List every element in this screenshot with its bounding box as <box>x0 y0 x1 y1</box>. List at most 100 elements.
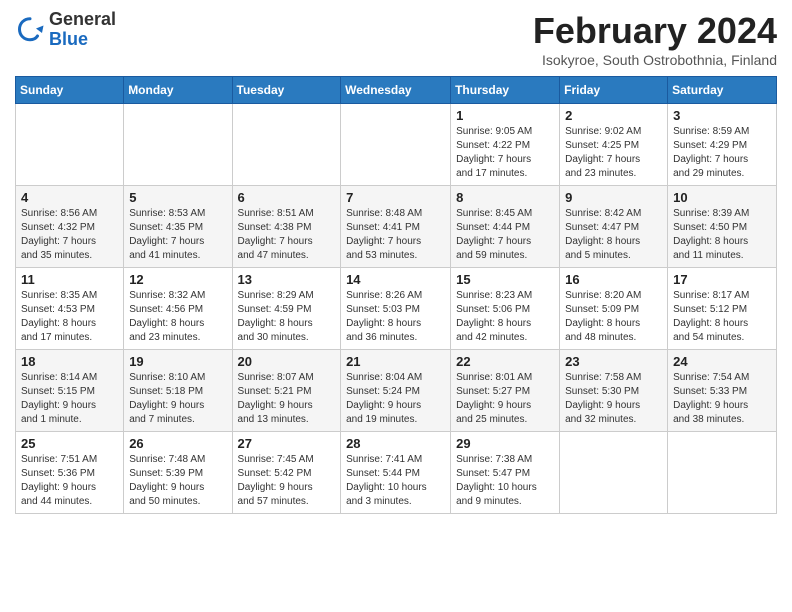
calendar-day-cell: 12Sunrise: 8:32 AM Sunset: 4:56 PM Dayli… <box>124 268 232 350</box>
location-subtitle: Isokyroe, South Ostrobothnia, Finland <box>533 52 777 68</box>
calendar-day-cell: 23 Sunrise: 7:58 AM Sunset: 5:30 PM Dayli… <box>560 350 668 432</box>
calendar-day-header: Monday <box>124 77 232 104</box>
day-info: Sunrise: 8:10 AM Sunset: 5:18 PM Dayligh… <box>129 371 226 427</box>
day-info: Sunrise: 7:41 AM Sunset: 5:44 PM Dayligh… <box>346 453 445 509</box>
calendar-day-cell: 9 Sunrise: 8:42 AM Sunset: 4:47 PM Daylig… <box>560 186 668 268</box>
calendar-week-row: 4 Sunrise: 8:56 AM Sunset: 4:32 PM Daylig… <box>16 186 777 268</box>
calendar-day-cell: 28 Sunrise: 7:41 AM Sunset: 5:44 PM Dayli… <box>341 432 451 514</box>
calendar-day-cell: 15 Sunrise: 8:23 AM Sunset: 5:06 PM Dayli… <box>451 268 560 350</box>
calendar-day-cell: 4 Sunrise: 8:56 AM Sunset: 4:32 PM Daylig… <box>16 186 124 268</box>
day-number: 24 <box>673 354 771 369</box>
calendar-day-cell: 26 Sunrise: 7:48 AM Sunset: 5:39 PM Dayli… <box>124 432 232 514</box>
calendar-day-header: Friday <box>560 77 668 104</box>
day-info: Sunrise: 8:39 AM Sunset: 4:50 PM Dayligh… <box>673 207 771 263</box>
day-info: Sunrise: 9:05 AM Sunset: 4:22 PM Dayligh… <box>456 125 554 181</box>
day-info: Sunrise: 7:45 AM Sunset: 5:42 PM Dayligh… <box>238 453 336 509</box>
day-info: Sunrise: 8:56 AM Sunset: 4:32 PM Dayligh… <box>21 207 118 263</box>
day-info: Sunrise: 8:35 AM Sunset: 4:53 PM Dayligh… <box>21 289 118 345</box>
day-number: 9 <box>565 190 662 205</box>
day-info: Sunrise: 8:53 AM Sunset: 4:35 PM Dayligh… <box>129 207 226 263</box>
day-number: 26 <box>129 436 226 451</box>
day-number: 16 <box>565 272 662 287</box>
day-info: Sunrise: 8:23 AM Sunset: 5:06 PM Dayligh… <box>456 289 554 345</box>
day-info: Sunrise: 9:02 AM Sunset: 4:25 PM Dayligh… <box>565 125 662 181</box>
calendar-week-row: 11 Sunrise: 8:35 AM Sunset: 4:53 PM Dayli… <box>16 268 777 350</box>
calendar-day-cell <box>668 432 777 514</box>
day-info: Sunrise: 8:29 AM Sunset: 4:59 PM Dayligh… <box>238 289 336 345</box>
calendar-day-cell <box>560 432 668 514</box>
calendar-day-cell: 3 Sunrise: 8:59 AM Sunset: 4:29 PM Daylig… <box>668 104 777 186</box>
day-info: Sunrise: 8:04 AM Sunset: 5:24 PM Dayligh… <box>346 371 445 427</box>
title-section: February 2024 Isokyroe, South Ostrobothn… <box>533 10 777 68</box>
day-number: 25 <box>21 436 118 451</box>
calendar-day-header: Saturday <box>668 77 777 104</box>
month-year-title: February 2024 <box>533 10 777 52</box>
day-number: 7 <box>346 190 445 205</box>
calendar-day-cell: 29Sunrise: 7:38 AM Sunset: 5:47 PM Dayli… <box>451 432 560 514</box>
day-number: 6 <box>238 190 336 205</box>
calendar-day-cell <box>16 104 124 186</box>
day-info: Sunrise: 8:14 AM Sunset: 5:15 PM Dayligh… <box>21 371 118 427</box>
day-info: Sunrise: 8:20 AM Sunset: 5:09 PM Dayligh… <box>565 289 662 345</box>
calendar-day-header: Sunday <box>16 77 124 104</box>
day-number: 15 <box>456 272 554 287</box>
day-info: Sunrise: 8:59 AM Sunset: 4:29 PM Dayligh… <box>673 125 771 181</box>
logo-text: General Blue <box>49 10 116 50</box>
day-number: 27 <box>238 436 336 451</box>
day-info: Sunrise: 8:17 AM Sunset: 5:12 PM Dayligh… <box>673 289 771 345</box>
day-number: 1 <box>456 108 554 123</box>
calendar-day-cell: 20Sunrise: 8:07 AM Sunset: 5:21 PM Dayli… <box>232 350 341 432</box>
day-number: 12 <box>129 272 226 287</box>
calendar-day-header: Tuesday <box>232 77 341 104</box>
calendar-day-cell: 5Sunrise: 8:53 AM Sunset: 4:35 PM Daylig… <box>124 186 232 268</box>
day-number: 23 <box>565 354 662 369</box>
calendar-day-cell: 1 Sunrise: 9:05 AM Sunset: 4:22 PM Daylig… <box>451 104 560 186</box>
calendar-week-row: 1 Sunrise: 9:05 AM Sunset: 4:22 PM Daylig… <box>16 104 777 186</box>
logo: General Blue <box>15 10 116 50</box>
calendar-day-cell: 7Sunrise: 8:48 AM Sunset: 4:41 PM Daylig… <box>341 186 451 268</box>
day-info: Sunrise: 7:54 AM Sunset: 5:33 PM Dayligh… <box>673 371 771 427</box>
day-number: 29 <box>456 436 554 451</box>
page-header: General Blue February 2024 Isokyroe, Sou… <box>15 10 777 68</box>
day-number: 2 <box>565 108 662 123</box>
logo-general-text: General <box>49 10 116 30</box>
logo-blue-text: Blue <box>49 30 116 50</box>
day-info: Sunrise: 8:01 AM Sunset: 5:27 PM Dayligh… <box>456 371 554 427</box>
day-info: Sunrise: 7:48 AM Sunset: 5:39 PM Dayligh… <box>129 453 226 509</box>
calendar-week-row: 18 Sunrise: 8:14 AM Sunset: 5:15 PM Dayli… <box>16 350 777 432</box>
calendar-day-cell: 2 Sunrise: 9:02 AM Sunset: 4:25 PM Daylig… <box>560 104 668 186</box>
calendar-day-cell <box>232 104 341 186</box>
logo-icon <box>15 15 45 45</box>
day-info: Sunrise: 8:07 AM Sunset: 5:21 PM Dayligh… <box>238 371 336 427</box>
day-info: Sunrise: 7:58 AM Sunset: 5:30 PM Dayligh… <box>565 371 662 427</box>
day-number: 19 <box>129 354 226 369</box>
day-info: Sunrise: 8:26 AM Sunset: 5:03 PM Dayligh… <box>346 289 445 345</box>
day-number: 8 <box>456 190 554 205</box>
calendar-day-cell: 6 Sunrise: 8:51 AM Sunset: 4:38 PM Daylig… <box>232 186 341 268</box>
day-number: 11 <box>21 272 118 287</box>
day-number: 4 <box>21 190 118 205</box>
calendar-day-header: Wednesday <box>341 77 451 104</box>
day-number: 28 <box>346 436 445 451</box>
calendar-table: SundayMondayTuesdayWednesdayThursdayFrid… <box>15 76 777 514</box>
calendar-day-cell: 14 Sunrise: 8:26 AM Sunset: 5:03 PM Dayli… <box>341 268 451 350</box>
calendar-day-cell <box>341 104 451 186</box>
calendar-day-cell: 13 Sunrise: 8:29 AM Sunset: 4:59 PM Dayli… <box>232 268 341 350</box>
day-number: 18 <box>21 354 118 369</box>
calendar-day-cell: 22 Sunrise: 8:01 AM Sunset: 5:27 PM Dayli… <box>451 350 560 432</box>
calendar-day-cell: 8 Sunrise: 8:45 AM Sunset: 4:44 PM Daylig… <box>451 186 560 268</box>
day-number: 10 <box>673 190 771 205</box>
calendar-day-cell: 10 Sunrise: 8:39 AM Sunset: 4:50 PM Dayli… <box>668 186 777 268</box>
calendar-header-row: SundayMondayTuesdayWednesdayThursdayFrid… <box>16 77 777 104</box>
day-number: 14 <box>346 272 445 287</box>
day-number: 22 <box>456 354 554 369</box>
calendar-day-cell: 27 Sunrise: 7:45 AM Sunset: 5:42 PM Dayli… <box>232 432 341 514</box>
calendar-day-cell: 19 Sunrise: 8:10 AM Sunset: 5:18 PM Dayli… <box>124 350 232 432</box>
day-info: Sunrise: 8:51 AM Sunset: 4:38 PM Dayligh… <box>238 207 336 263</box>
calendar-day-cell <box>124 104 232 186</box>
day-number: 13 <box>238 272 336 287</box>
day-info: Sunrise: 8:45 AM Sunset: 4:44 PM Dayligh… <box>456 207 554 263</box>
calendar-day-cell: 11 Sunrise: 8:35 AM Sunset: 4:53 PM Dayli… <box>16 268 124 350</box>
day-number: 3 <box>673 108 771 123</box>
day-info: Sunrise: 8:42 AM Sunset: 4:47 PM Dayligh… <box>565 207 662 263</box>
